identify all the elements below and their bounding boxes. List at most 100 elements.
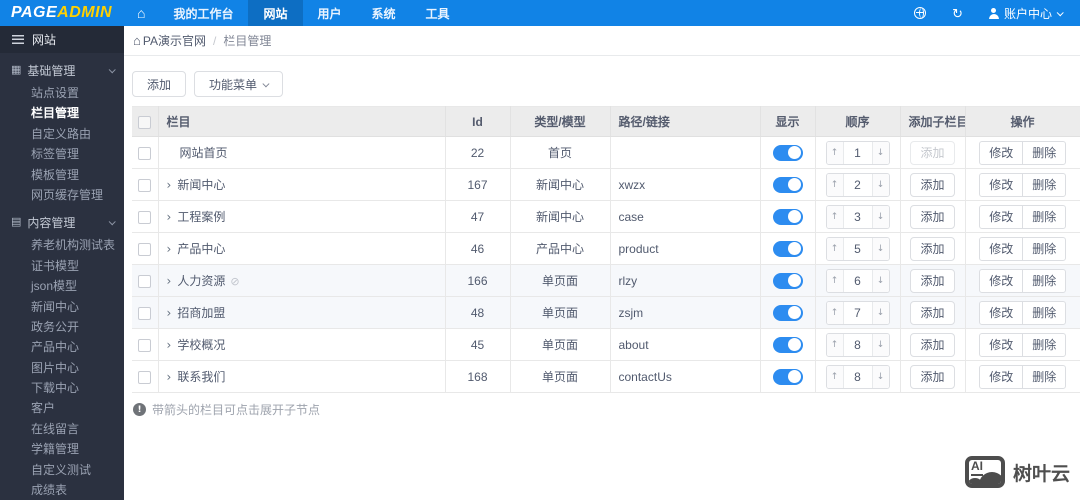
sidebar-item[interactable]: 栏目管理 xyxy=(0,103,124,123)
column-name[interactable]: 人力资源 xyxy=(177,274,225,288)
order-up-button[interactable]: ↑ xyxy=(826,365,844,388)
expand-arrow-icon[interactable]: › xyxy=(167,178,172,192)
edit-button[interactable]: 修改 xyxy=(979,300,1024,325)
expand-arrow-icon[interactable]: › xyxy=(167,274,172,288)
column-name[interactable]: 学校概况 xyxy=(177,338,225,352)
order-down-button[interactable]: ↓ xyxy=(871,301,889,324)
account-menu[interactable]: 账户中心 xyxy=(988,5,1064,22)
sidebar-item[interactable]: 产品中心 xyxy=(0,337,124,357)
edit-button[interactable]: 修改 xyxy=(979,204,1024,229)
order-down-button[interactable]: ↓ xyxy=(871,269,889,292)
row-checkbox[interactable] xyxy=(138,210,152,224)
sidebar-item[interactable]: 在线留言 xyxy=(0,419,124,439)
nav-item[interactable]: 工具 xyxy=(411,0,465,26)
edit-button[interactable]: 修改 xyxy=(979,268,1024,293)
order-down-button[interactable]: ↓ xyxy=(871,237,889,260)
visible-toggle[interactable] xyxy=(772,272,803,289)
sidebar-item[interactable]: 养老机构测试表 xyxy=(0,235,124,255)
delete-button[interactable]: 删除 xyxy=(1022,204,1067,229)
nav-home-button[interactable]: ⌂ xyxy=(124,0,158,26)
sidebar-item[interactable]: json模型 xyxy=(0,276,124,296)
app-logo[interactable]: PAGE ADMIN xyxy=(0,0,124,26)
visible-toggle[interactable] xyxy=(772,176,803,193)
sidebar-group-header[interactable]: ▤ 内容管理 xyxy=(0,209,124,235)
refresh-icon[interactable]: ↻ xyxy=(952,7,963,20)
order-up-button[interactable]: ↑ xyxy=(826,205,844,228)
globe-icon[interactable] xyxy=(914,7,927,19)
edit-button[interactable]: 修改 xyxy=(979,140,1024,165)
visible-toggle[interactable] xyxy=(772,144,803,161)
add-button[interactable]: 添加 xyxy=(132,71,187,97)
add-child-button[interactable]: 添加 xyxy=(910,268,955,293)
sidebar-item[interactable]: 下载中心 xyxy=(0,378,124,398)
nav-item[interactable]: 网站 xyxy=(248,0,303,26)
edit-button[interactable]: 修改 xyxy=(979,172,1024,197)
sidebar-header[interactable]: 网站 xyxy=(0,26,124,53)
delete-button[interactable]: 删除 xyxy=(1022,172,1067,197)
delete-button[interactable]: 删除 xyxy=(1022,364,1067,389)
add-child-button[interactable]: 添加 xyxy=(910,236,955,261)
order-up-button[interactable]: ↑ xyxy=(826,301,844,324)
delete-button[interactable]: 删除 xyxy=(1022,268,1067,293)
order-down-button[interactable]: ↓ xyxy=(871,205,889,228)
sidebar-item[interactable]: 学籍管理 xyxy=(0,439,124,459)
order-up-button[interactable]: ↑ xyxy=(826,141,844,164)
visible-toggle[interactable] xyxy=(772,304,803,321)
edit-button[interactable]: 修改 xyxy=(979,364,1024,389)
add-child-button[interactable]: 添加 xyxy=(910,172,955,197)
breadcrumb-site[interactable]: PA演示官网 xyxy=(143,32,206,49)
edit-button[interactable]: 修改 xyxy=(979,236,1024,261)
visible-toggle[interactable] xyxy=(772,208,803,225)
nav-item[interactable]: 我的工作台 xyxy=(158,0,248,26)
expand-arrow-icon[interactable]: › xyxy=(167,210,172,224)
row-checkbox[interactable] xyxy=(138,274,152,288)
column-name[interactable]: 联系我们 xyxy=(177,370,225,384)
delete-button[interactable]: 删除 xyxy=(1022,332,1067,357)
order-input[interactable] xyxy=(843,333,872,356)
order-input[interactable] xyxy=(843,237,872,260)
sidebar-item[interactable]: 新闻中心 xyxy=(0,297,124,317)
add-child-button[interactable]: 添加 xyxy=(910,364,955,389)
column-name[interactable]: 工程案例 xyxy=(177,210,225,224)
sidebar-item[interactable]: 站点设置 xyxy=(0,83,124,103)
order-input[interactable] xyxy=(843,269,872,292)
add-child-button[interactable]: 添加 xyxy=(910,332,955,357)
visible-toggle[interactable] xyxy=(772,336,803,353)
row-checkbox[interactable] xyxy=(138,242,152,256)
order-down-button[interactable]: ↓ xyxy=(871,173,889,196)
order-input[interactable] xyxy=(843,141,872,164)
order-down-button[interactable]: ↓ xyxy=(871,365,889,388)
expand-arrow-icon[interactable]: › xyxy=(167,306,172,320)
row-checkbox[interactable] xyxy=(138,370,152,384)
sidebar-item[interactable]: 自定义路由 xyxy=(0,124,124,144)
column-name[interactable]: 产品中心 xyxy=(177,242,225,256)
sidebar-item[interactable]: 证书模型 xyxy=(0,256,124,276)
column-name[interactable]: 招商加盟 xyxy=(177,306,225,320)
sidebar-item[interactable]: 自定义测试 xyxy=(0,460,124,480)
order-input[interactable] xyxy=(843,173,872,196)
sidebar-item[interactable]: 标签管理 xyxy=(0,144,124,164)
delete-button[interactable]: 删除 xyxy=(1022,236,1067,261)
nav-item[interactable]: 系统 xyxy=(357,0,411,26)
select-all-checkbox[interactable] xyxy=(138,115,152,129)
order-up-button[interactable]: ↑ xyxy=(826,237,844,260)
row-checkbox[interactable] xyxy=(138,146,152,160)
order-up-button[interactable]: ↑ xyxy=(826,333,844,356)
order-down-button[interactable]: ↓ xyxy=(871,333,889,356)
add-child-button[interactable]: 添加 xyxy=(910,300,955,325)
nav-item[interactable]: 用户 xyxy=(303,0,357,26)
sidebar-item[interactable]: 图片中心 xyxy=(0,358,124,378)
sidebar-item[interactable]: 政务公开 xyxy=(0,317,124,337)
row-checkbox[interactable] xyxy=(138,178,152,192)
order-input[interactable] xyxy=(843,301,872,324)
delete-button[interactable]: 删除 xyxy=(1022,140,1067,165)
sidebar-item[interactable]: 成绩表 xyxy=(0,480,124,500)
order-input[interactable] xyxy=(843,365,872,388)
add-child-button[interactable]: 添加 xyxy=(910,140,955,165)
order-up-button[interactable]: ↑ xyxy=(826,269,844,292)
order-down-button[interactable]: ↓ xyxy=(871,141,889,164)
expand-arrow-icon[interactable]: › xyxy=(167,370,172,384)
sidebar-item[interactable]: 模板管理 xyxy=(0,165,124,185)
expand-arrow-icon[interactable]: › xyxy=(167,338,172,352)
order-input[interactable] xyxy=(843,205,872,228)
